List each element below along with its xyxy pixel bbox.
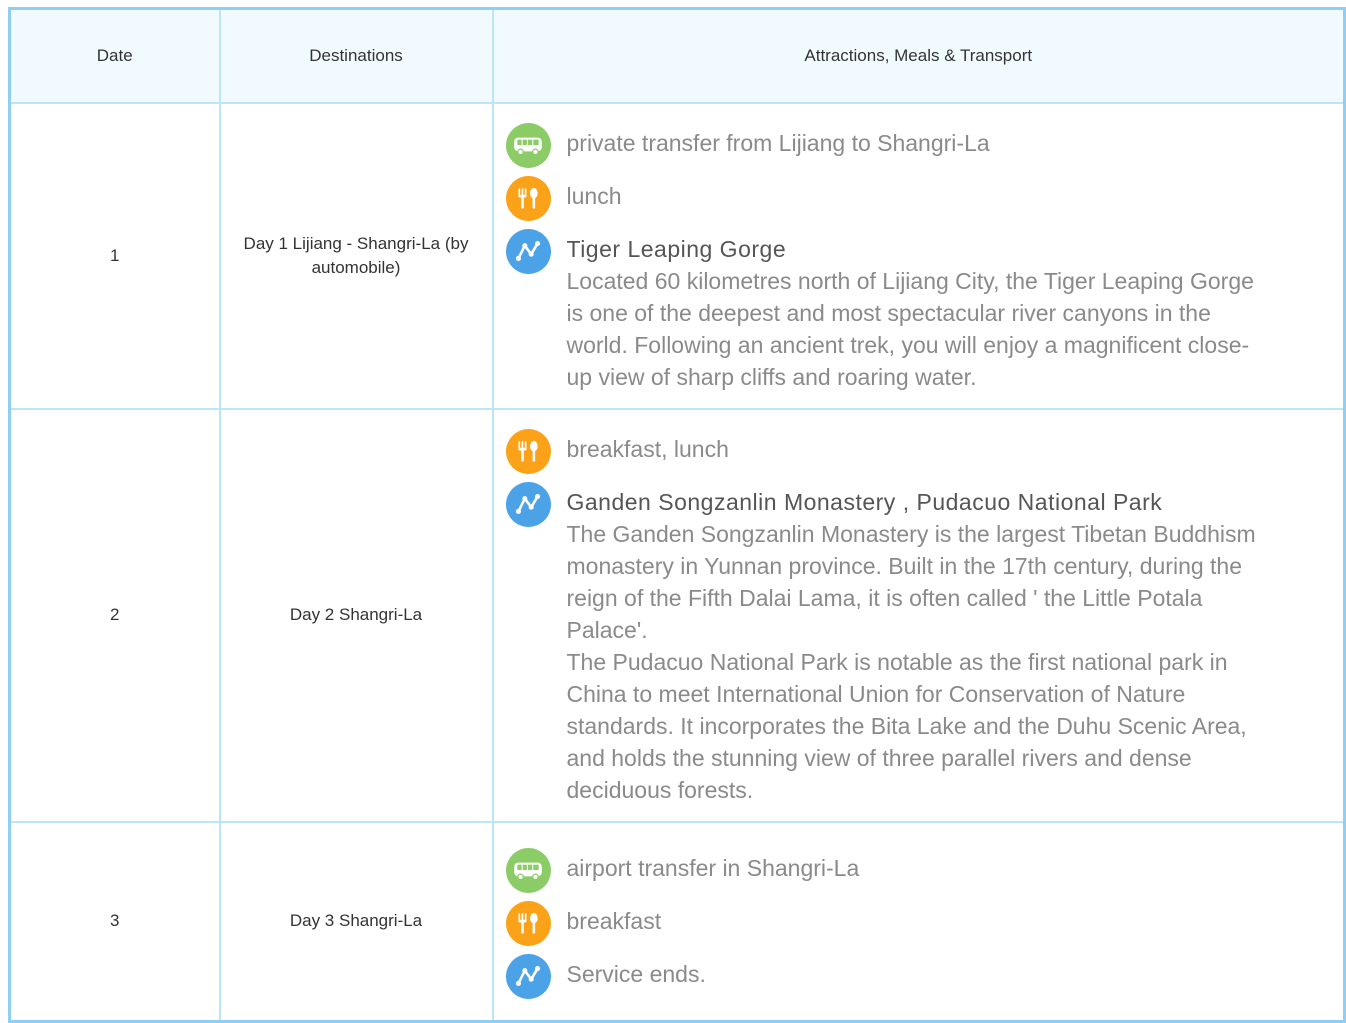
day-details: private transfer from Lijiang to Shangri… bbox=[491, 101, 1346, 410]
bus-icon bbox=[505, 847, 551, 893]
day-destination: Day 2 Shangri-La bbox=[218, 407, 494, 823]
sight-block: Ganden Songzanlin Monastery , Pudacuo Na… bbox=[567, 482, 1257, 806]
meal-text: lunch bbox=[566, 182, 622, 209]
fork-knife-icon bbox=[505, 428, 551, 474]
day-destination: Day 1 Lijiang - Shangri-La (by automobil… bbox=[218, 101, 494, 410]
sight-description: The Pudacuo National Park is notable as … bbox=[566, 648, 1247, 803]
sight-title: Ganden Songzanlin Monastery , Pudacuo Na… bbox=[566, 488, 1163, 515]
service-end-text: Service ends. bbox=[566, 960, 706, 987]
day-details: breakfast, lunch Ganden Songzanlin Monas… bbox=[491, 407, 1346, 823]
sight-block: Tiger Leaping Gorge Located 60 kilometre… bbox=[567, 229, 1257, 393]
table-row: 3 Day 3 Shangri-La airport transfer in S… bbox=[8, 820, 1346, 1023]
meal-line: breakfast bbox=[505, 900, 1332, 946]
route-icon bbox=[505, 228, 551, 274]
header-details: Attractions, Meals & Transport bbox=[491, 7, 1346, 104]
route-icon bbox=[505, 953, 551, 999]
day-number: 2 bbox=[8, 407, 221, 823]
itinerary-table: Date Destinations Attractions, Meals & T… bbox=[8, 7, 1346, 1023]
bus-icon bbox=[505, 122, 551, 168]
transport-text: private transfer from Lijiang to Shangri… bbox=[566, 129, 990, 156]
sight-title: Tiger Leaping Gorge bbox=[566, 235, 787, 262]
sight-line: Service ends. bbox=[505, 953, 1332, 999]
table-row: 1 Day 1 Lijiang - Shangri-La (by automob… bbox=[8, 101, 1346, 410]
fork-knife-icon bbox=[505, 900, 551, 946]
day-destination: Day 3 Shangri-La bbox=[218, 820, 494, 1023]
meal-text: breakfast bbox=[566, 907, 662, 934]
meal-text: breakfast, lunch bbox=[566, 435, 729, 462]
transport-line: private transfer from Lijiang to Shangri… bbox=[505, 122, 1332, 168]
day-number: 3 bbox=[8, 820, 221, 1023]
fork-knife-icon bbox=[505, 175, 551, 221]
table-header-row: Date Destinations Attractions, Meals & T… bbox=[8, 7, 1346, 104]
sight-description: Located 60 kilometres north of Lijiang C… bbox=[566, 267, 1254, 390]
meal-line: breakfast, lunch bbox=[505, 428, 1332, 474]
header-date: Date bbox=[8, 7, 221, 104]
transport-line: airport transfer in Shangri-La bbox=[505, 847, 1332, 893]
sight-line: Ganden Songzanlin Monastery , Pudacuo Na… bbox=[505, 481, 1332, 806]
table-row: 2 Day 2 Shangri-La breakfast, lunch Gand… bbox=[8, 407, 1346, 823]
transport-text: airport transfer in Shangri-La bbox=[566, 854, 860, 881]
meal-line: lunch bbox=[505, 175, 1332, 221]
header-destinations: Destinations bbox=[218, 7, 494, 104]
day-details: airport transfer in Shangri-La breakfast… bbox=[491, 820, 1346, 1023]
sight-description: The Ganden Songzanlin Monastery is the l… bbox=[566, 520, 1256, 643]
day-number: 1 bbox=[8, 101, 221, 410]
route-icon bbox=[505, 481, 551, 527]
sight-line: Tiger Leaping Gorge Located 60 kilometre… bbox=[505, 228, 1332, 393]
